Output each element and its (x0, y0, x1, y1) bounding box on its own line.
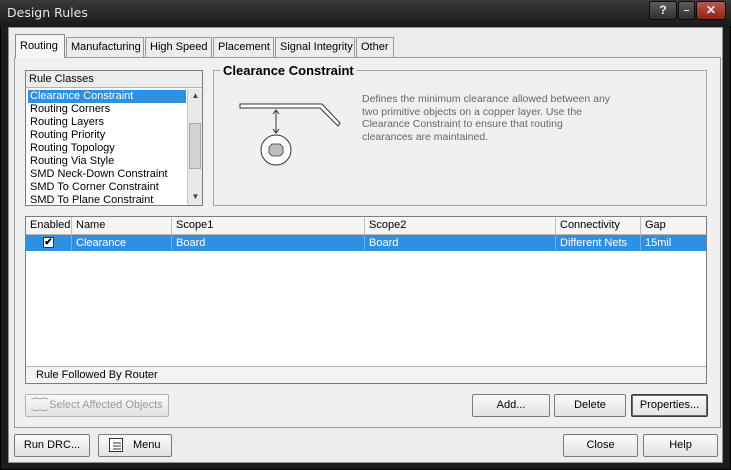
gap-cell[interactable]: 15mil (641, 235, 706, 251)
properties-button[interactable]: Properties... (631, 394, 708, 417)
tab-high-speed[interactable]: High Speed (145, 37, 212, 57)
connectivity-cell[interactable]: Different Nets (556, 235, 641, 251)
select-affected-objects-button[interactable]: ⁐⁐ Select Affected Objects (25, 394, 169, 417)
menu-button[interactable]: Menu (98, 434, 172, 457)
clearance-diagram-icon (239, 103, 341, 166)
rule-class-item[interactable]: Clearance Constraint (28, 90, 186, 103)
rule-class-item[interactable]: Routing Priority (28, 129, 186, 142)
table-row[interactable]: ✔ Clearance Board Board Different Nets 1… (26, 235, 706, 251)
column-header-gap[interactable]: Gap (641, 217, 706, 234)
grid-header: Enabled Name Scope1 Scope2 Connectivity … (26, 217, 706, 235)
rule-classes-header: Rule Classes (26, 71, 202, 88)
help-button[interactable]: Help (643, 434, 718, 457)
constraint-description: Defines the minimum clearance allowed be… (362, 93, 611, 143)
constraint-title: Clearance Constraint (220, 64, 357, 78)
tab-signal-integrity[interactable]: Signal Integrity (275, 37, 355, 57)
minimize-button[interactable]: – (678, 1, 695, 20)
rules-grid[interactable]: Enabled Name Scope1 Scope2 Connectivity … (25, 216, 707, 384)
rule-class-item[interactable]: Routing Layers (28, 116, 186, 129)
rule-class-item[interactable]: Routing Corners (28, 103, 186, 116)
enabled-cell: ✔ (26, 235, 72, 251)
rule-classes-scrollbar[interactable]: ▲ ▼ (187, 89, 202, 205)
tab-other[interactable]: Other (356, 37, 394, 57)
column-header-scope2[interactable]: Scope2 (365, 217, 556, 234)
scroll-down-arrow-icon[interactable]: ▼ (188, 190, 203, 204)
rule-name-cell[interactable]: Clearance (72, 235, 172, 251)
select-affected-icon: ⁐⁐ (31, 399, 50, 411)
window-title: Design Rules (7, 5, 88, 20)
rule-class-item[interactable]: SMD Neck-Down Constraint (28, 168, 186, 181)
menu-button-label: Menu (133, 439, 161, 451)
rule-classes-list[interactable]: Rule Classes Clearance Constraint Routin… (25, 70, 203, 206)
run-drc-button[interactable]: Run DRC... (14, 434, 90, 457)
constraint-info-group: Clearance Constraint Defines the minimum… (213, 64, 707, 206)
tab-manufacturing[interactable]: Manufacturing (66, 37, 144, 57)
title-bar[interactable]: Design Rules ? – ✕ (0, 0, 731, 26)
select-affected-label: Select Affected Objects (49, 399, 163, 411)
rule-class-item[interactable]: SMD To Corner Constraint (28, 181, 186, 194)
column-header-connectivity[interactable]: Connectivity (556, 217, 641, 234)
scope1-cell[interactable]: Board (172, 235, 365, 251)
tab-placement[interactable]: Placement (213, 37, 274, 57)
scroll-up-arrow-icon[interactable]: ▲ (188, 89, 203, 103)
menu-list-icon (109, 438, 123, 452)
rule-class-item[interactable]: Routing Topology (28, 142, 186, 155)
column-header-enabled[interactable]: Enabled (26, 217, 72, 234)
rule-class-item[interactable]: Routing Via Style (28, 155, 186, 168)
column-header-name[interactable]: Name (72, 217, 172, 234)
column-header-scope1[interactable]: Scope1 (172, 217, 365, 234)
delete-button[interactable]: Delete (554, 394, 626, 417)
tab-routing[interactable]: Routing (15, 34, 65, 58)
add-button[interactable]: Add... (472, 394, 550, 417)
scope2-cell[interactable]: Board (365, 235, 556, 251)
enabled-checkbox[interactable]: ✔ (43, 237, 54, 248)
close-window-button[interactable]: ✕ (696, 1, 726, 20)
rule-class-item[interactable]: SMD To Plane Constraint (28, 194, 186, 207)
grid-footer-status: Rule Followed By Router (26, 366, 706, 383)
scroll-thumb[interactable] (189, 123, 201, 169)
help-title-button[interactable]: ? (649, 1, 677, 20)
close-button[interactable]: Close (563, 434, 638, 457)
